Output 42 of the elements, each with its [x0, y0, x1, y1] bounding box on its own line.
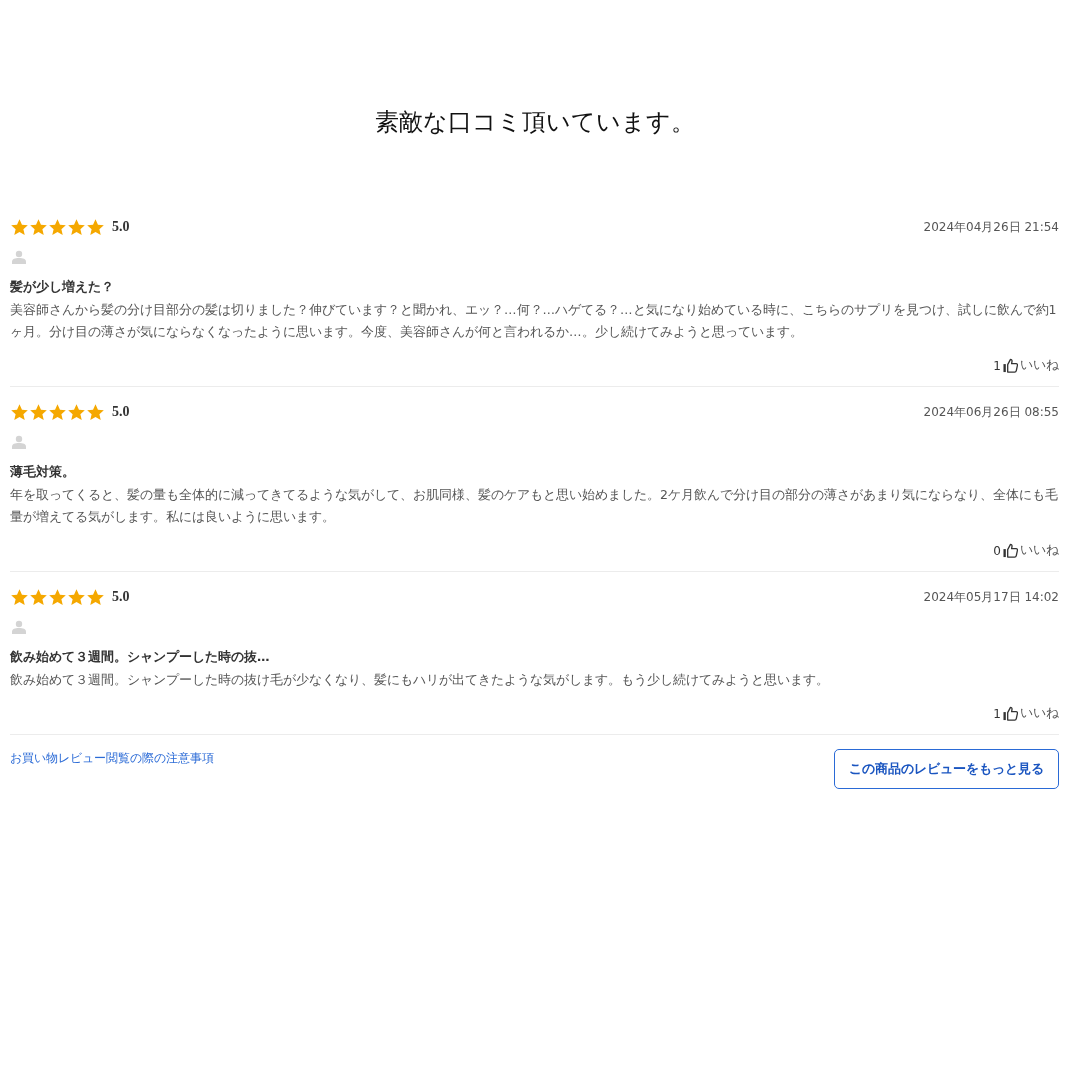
star-icon [67, 402, 86, 422]
like-count: 1 [993, 358, 1001, 373]
star-icon [29, 587, 48, 607]
review-text: 飲み始めて３週間。シャンプーした時の抜け毛が少なくなり、髪にもハリが出てきたような気がします。もう少し続けてみようと思います。 [10, 671, 830, 689]
like-button[interactable]: いいね [1003, 705, 1059, 722]
review-date: 2024年05月17日 14:02 [923, 588, 1059, 606]
review-text: 年を取ってくると、髪の量も全体的に減ってきてるような気がして、お肌同様、髪のケアもと思い始めました。2ケ月飲んで分け目の部分の薄さがあまり気にならなり、全体にも毛量が増えてる気がします。私には良いように思います。 [10, 486, 1059, 526]
star-icon [67, 587, 86, 607]
like-count: 0 [993, 543, 1001, 558]
rating-value: 5.0 [112, 404, 130, 420]
star-icon [67, 217, 86, 237]
review-date: 2024年04月26日 21:54 [923, 218, 1059, 236]
star-icon [48, 402, 67, 422]
like-button[interactable]: いいね [1003, 542, 1059, 559]
page-heading: 素敵な口コミ頂いています。 [373, 107, 696, 138]
thumbs-up-icon [1003, 543, 1018, 558]
star-icon [48, 587, 67, 607]
rating-value: 5.0 [112, 219, 130, 235]
star-icon [86, 217, 105, 237]
user-avatar-icon [12, 250, 26, 264]
user-avatar-icon [12, 620, 26, 634]
star-icon [10, 402, 29, 422]
star-icon [10, 587, 29, 607]
more-reviews-button[interactable]: この商品のレビューをもっと見る [834, 749, 1059, 789]
review-title: 飲み始めて３週間。シャンプーした時の抜… [10, 648, 271, 666]
review-notice-link[interactable]: お買い物レビュー閲覧の際の注意事項 [10, 750, 214, 767]
like-count: 1 [993, 706, 1001, 721]
star-icon [29, 402, 48, 422]
thumbs-up-icon [1003, 706, 1018, 721]
star-icon [10, 217, 29, 237]
star-icon [48, 217, 67, 237]
review-date: 2024年06月26日 08:55 [923, 403, 1059, 421]
review-title: 髪が少し増えた？ [10, 278, 115, 296]
rating-value: 5.0 [112, 589, 130, 605]
star-icon [86, 587, 105, 607]
thumbs-up-icon [1003, 358, 1018, 373]
review-title: 薄毛対策。 [10, 463, 76, 481]
review-text: 美容師さんから髪の分け目部分の髪は切りました？伸びています？と聞かれ、エッ？…何？…ハゲてる？…と気になり始めている時に、こちらのサプリを見つけ、試しに飲んで約1ヶ月。分け目の薄さが気にならなくなったように思います。今度、美容師さんが何と言われるか…。少し続けてみようと思っています。 [10, 301, 1058, 341]
star-icon [29, 217, 48, 237]
user-avatar-icon [12, 435, 26, 449]
star-icon [86, 402, 105, 422]
like-button[interactable]: いいね [1003, 357, 1059, 374]
